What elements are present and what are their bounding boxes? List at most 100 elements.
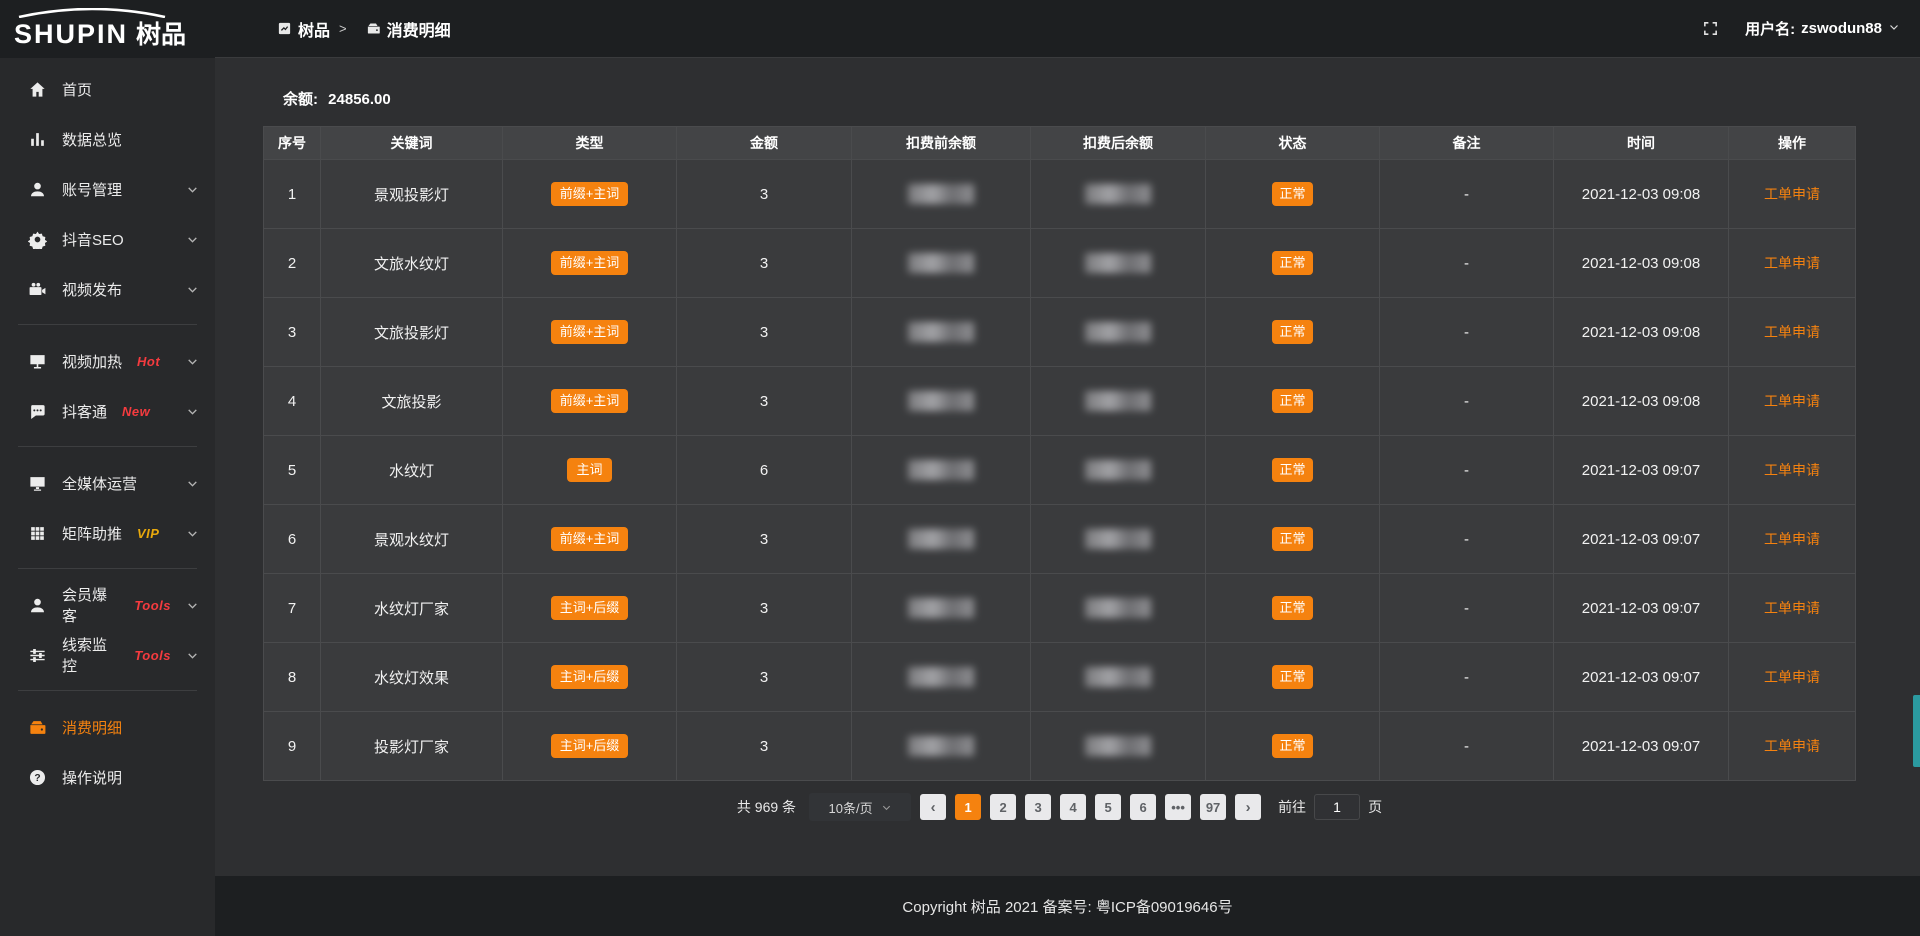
prev-page-button[interactable]: ‹: [920, 794, 946, 820]
cell-time: 2021-12-03 09:08: [1554, 367, 1729, 436]
sidebar-item-consumption-details[interactable]: 消费明细: [0, 702, 215, 752]
work-order-link[interactable]: 工单申请: [1764, 186, 1820, 202]
monitor-icon: [28, 474, 47, 493]
cell-status: 正常: [1206, 505, 1380, 574]
cell-type: 主词+后缀: [503, 712, 677, 781]
work-order-link[interactable]: 工单申请: [1764, 462, 1820, 478]
cell-amount: 3: [677, 643, 852, 712]
cell-status: 正常: [1206, 298, 1380, 367]
floating-side-widget[interactable]: [1913, 695, 1920, 767]
cell-balance-before: [852, 436, 1031, 505]
work-order-link[interactable]: 工单申请: [1764, 669, 1820, 685]
cell-time: 2021-12-03 09:08: [1554, 160, 1729, 229]
wallet-icon: [366, 21, 381, 36]
sidebar-item-douketong[interactable]: 抖客通New: [0, 386, 215, 436]
home-icon: [28, 80, 47, 99]
type-badge: 主词+后缀: [551, 734, 629, 758]
cell-remark: -: [1380, 712, 1554, 781]
sidebar-item-account-management[interactable]: 账号管理: [0, 164, 215, 214]
page-button-2[interactable]: 2: [990, 794, 1016, 820]
chevron-down-icon: [1888, 20, 1900, 37]
sidebar-item-member-burst[interactable]: 会员爆客Tools: [0, 580, 215, 630]
cell-balance-after: [1031, 367, 1206, 436]
cell-status: 正常: [1206, 229, 1380, 298]
work-order-link[interactable]: 工单申请: [1764, 738, 1820, 754]
cell-keyword: 投影灯厂家: [321, 712, 503, 781]
sidebar-item-all-media-operation[interactable]: 全媒体运营: [0, 458, 215, 508]
page-button-5[interactable]: 5: [1095, 794, 1121, 820]
status-badge: 正常: [1272, 182, 1312, 206]
page-button-97[interactable]: 97: [1200, 794, 1226, 820]
total-count-label: 共 969 条: [737, 797, 796, 817]
page-jump: 前往页: [1278, 794, 1382, 820]
column-header-amount: 金额: [677, 127, 852, 160]
redacted-balance: [1085, 391, 1151, 411]
page-button-3[interactable]: 3: [1025, 794, 1051, 820]
sidebar-item-lead-monitoring[interactable]: 线索监控Tools: [0, 630, 215, 680]
work-order-link[interactable]: 工单申请: [1764, 255, 1820, 271]
sidebar-item-video-publish[interactable]: 视频发布: [0, 264, 215, 314]
cell-time: 2021-12-03 09:07: [1554, 505, 1729, 574]
status-badge: 正常: [1272, 458, 1312, 482]
cell-time: 2021-12-03 09:08: [1554, 298, 1729, 367]
next-page-button[interactable]: ›: [1235, 794, 1261, 820]
sidebar-item-home[interactable]: 首页: [0, 64, 215, 114]
redacted-balance: [1085, 598, 1151, 618]
cell-type: 前缀+主词: [503, 160, 677, 229]
content-column: 树品 > 消费明细 用户名: zswodun88: [215, 0, 1920, 936]
user-menu[interactable]: 用户名: zswodun88: [1745, 18, 1900, 39]
sliders-icon: [28, 646, 47, 665]
cell-balance-after: [1031, 712, 1206, 781]
balance-label: 余额:: [283, 91, 318, 108]
cell-no: 5: [264, 436, 321, 505]
grid-icon: [28, 524, 47, 543]
sidebar-item-douyin-seo[interactable]: 抖音SEO: [0, 214, 215, 264]
fullscreen-icon[interactable]: [1702, 20, 1719, 37]
cell-action: 工单申请: [1729, 298, 1856, 367]
jump-label-after: 页: [1368, 797, 1382, 817]
per-page-select[interactable]: 10条/页: [809, 793, 911, 821]
sidebar-item-label: 抖客通: [62, 401, 107, 422]
work-order-link[interactable]: 工单申请: [1764, 531, 1820, 547]
sidebar-item-operation-guide[interactable]: ? 操作说明: [0, 752, 215, 802]
cell-balance-before: [852, 229, 1031, 298]
username-value: zswodun88: [1801, 20, 1882, 37]
sidebar-item-matrix-boost[interactable]: 矩阵助推VIP: [0, 508, 215, 558]
sidebar-item-label: 首页: [62, 79, 92, 100]
page-button-1[interactable]: 1: [955, 794, 981, 820]
sidebar-item-data-overview[interactable]: 数据总览: [0, 114, 215, 164]
cell-status: 正常: [1206, 160, 1380, 229]
more-pages-button[interactable]: •••: [1165, 794, 1191, 820]
cell-balance-after: [1031, 298, 1206, 367]
cell-type: 主词+后缀: [503, 574, 677, 643]
status-badge: 正常: [1272, 251, 1312, 275]
cell-keyword: 文旅投影: [321, 367, 503, 436]
chevron-down-icon: [881, 802, 892, 813]
column-header-type: 类型: [503, 127, 677, 160]
sidebar-item-label: 操作说明: [62, 767, 122, 788]
logo[interactable]: SHUPIN 树品: [0, 0, 215, 58]
page-button-4[interactable]: 4: [1060, 794, 1086, 820]
question-icon: ?: [28, 768, 47, 787]
table-row: 8水纹灯效果主词+后缀3正常-2021-12-03 09:07工单申请: [264, 643, 1856, 712]
cell-balance-before: [852, 643, 1031, 712]
breadcrumb-current: 消费明细: [366, 17, 451, 41]
table-row: 7水纹灯厂家主词+后缀3正常-2021-12-03 09:07工单申请: [264, 574, 1856, 643]
breadcrumb-root[interactable]: 树品: [277, 17, 330, 41]
svg-text:?: ?: [34, 773, 40, 784]
work-order-link[interactable]: 工单申请: [1764, 393, 1820, 409]
work-order-link[interactable]: 工单申请: [1764, 324, 1820, 340]
cell-time: 2021-12-03 09:07: [1554, 436, 1729, 505]
cell-keyword: 水纹灯厂家: [321, 574, 503, 643]
work-order-link[interactable]: 工单申请: [1764, 600, 1820, 616]
jump-page-input[interactable]: [1314, 794, 1360, 820]
type-badge: 前缀+主词: [551, 251, 629, 275]
cell-keyword: 水纹灯: [321, 436, 503, 505]
cell-remark: -: [1380, 505, 1554, 574]
column-header-keyword: 关键词: [321, 127, 503, 160]
type-badge: 主词+后缀: [551, 665, 629, 689]
chevron-down-icon: [186, 183, 199, 196]
sidebar-item-video-heating[interactable]: 视频加热Hot: [0, 336, 215, 386]
page-button-6[interactable]: 6: [1130, 794, 1156, 820]
cell-no: 2: [264, 229, 321, 298]
